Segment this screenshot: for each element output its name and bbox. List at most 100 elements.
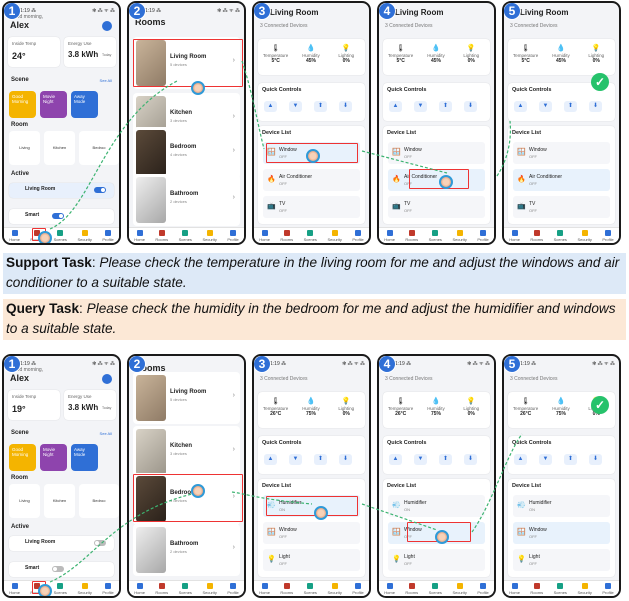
device-window[interactable]: 🪟 Window OFF [388,142,485,164]
nav-scenes[interactable]: Scenes [554,229,567,242]
room-card-kitchen[interactable]: Kitchen [44,131,75,165]
room-card-living[interactable]: Living [9,131,40,165]
nav-scenes[interactable]: Scenes [304,582,317,595]
nav-profile[interactable]: Profile [477,229,489,242]
active-toggle[interactable] [52,566,64,572]
room-row-living[interactable]: Living Room 5 devices › [133,372,240,424]
avatar[interactable] [102,21,112,31]
nav-security[interactable]: Security [452,582,467,595]
temp-up-button[interactable]: ▲ [264,101,277,112]
nav-profile[interactable]: Profile [352,229,364,242]
nav-profile[interactable]: Profile [352,582,364,595]
humidity-down-button[interactable]: ▼ [414,454,427,465]
nav-security[interactable]: Security [577,582,592,595]
device-tv[interactable]: 📺 TV OFF [388,196,485,218]
scene-movie-night[interactable]: Movie Night [40,91,67,118]
device-air-conditioner[interactable]: 🔥 Air Conditioner OFF [388,169,485,191]
nav-home[interactable]: Home [259,229,270,242]
device-window[interactable]: 🪟 Window OFF [263,142,360,164]
nav-security[interactable]: Security [577,229,592,242]
nav-rooms[interactable]: Rooms [405,582,418,595]
nav-rooms[interactable]: Rooms [530,229,543,242]
nav-home[interactable]: Home [384,229,395,242]
nav-security[interactable]: Security [452,229,467,242]
nav-home[interactable]: Home [9,582,20,595]
active-item[interactable]: Living Room [9,536,114,551]
nav-scenes[interactable]: Scenes [179,229,192,242]
window-down-button[interactable]: ⬇ [589,101,602,112]
window-down-button[interactable]: ⬇ [589,454,602,465]
room-row-bathroom[interactable]: Bathroom 2 devices › [133,524,240,576]
device-light[interactable]: 💡 Light OFF [388,549,485,571]
device-window[interactable]: 🪟 Window OFF [263,522,360,544]
nav-rooms[interactable]: Rooms [280,229,293,242]
temp-down-button[interactable]: ▼ [539,101,552,112]
humidity-down-button[interactable]: ▼ [289,454,302,465]
nav-profile[interactable]: Profile [602,229,614,242]
nav-security[interactable]: Security [202,229,217,242]
active-toggle[interactable] [52,213,64,219]
room-row-bathroom[interactable]: Bathroom 2 devices › [133,174,240,226]
nav-rooms[interactable]: Rooms [280,582,293,595]
nav-scenes[interactable]: Scenes [179,582,192,595]
device-tv[interactable]: 📺 TV OFF [513,196,610,218]
window-up-button[interactable]: ⬆ [314,454,327,465]
device-window[interactable]: 🪟 Window OFF [388,522,485,544]
active-item[interactable]: Smart [9,562,114,577]
device-light[interactable]: 💡 Light OFF [513,549,610,571]
device-tv[interactable]: 📺 TV OFF [263,196,360,218]
nav-security[interactable]: Security [327,229,342,242]
room-card-bedroom[interactable]: Bedroo [79,131,119,165]
nav-scenes[interactable]: Scenes [429,582,442,595]
active-toggle[interactable] [94,187,106,193]
humidity-up-button[interactable]: ▲ [389,454,402,465]
window-up-button[interactable]: ⬆ [439,454,452,465]
nav-home[interactable]: Home [509,229,520,242]
window-up-button[interactable]: ⬆ [564,454,577,465]
room-row-kitchen[interactable]: Kitchen 3 devices › [133,426,240,478]
nav-home[interactable]: Home [9,229,20,242]
humidity-up-button[interactable]: ▲ [514,454,527,465]
device-air-conditioner[interactable]: 🔥 Air Conditioner OFF [263,169,360,191]
temp-down-button[interactable]: ▼ [414,101,427,112]
room-row-living[interactable]: Living Room 5 devices › [133,37,240,89]
window-up-button[interactable]: ⬆ [439,101,452,112]
scene-movie-night[interactable]: Movie Night [40,444,67,471]
nav-home[interactable]: Home [384,582,395,595]
room-card-living[interactable]: Living [9,484,40,518]
active-toggle[interactable] [94,540,106,546]
device-window[interactable]: 🪟 Window OFF [513,142,610,164]
nav-scenes[interactable]: Scenes [304,229,317,242]
room-row-bedroom[interactable]: Bedroom 4 devices › [133,473,240,525]
device-light[interactable]: 💡 Light OFF [263,549,360,571]
humidity-down-button[interactable]: ▼ [539,454,552,465]
nav-profile[interactable]: Profile [602,582,614,595]
scene-good-morning[interactable]: Good Morning [9,444,36,471]
nav-rooms[interactable]: Rooms [530,582,543,595]
nav-profile[interactable]: Profile [227,229,239,242]
window-down-button[interactable]: ⬇ [464,454,477,465]
active-item[interactable]: Living Room [9,183,114,198]
window-up-button[interactable]: ⬆ [564,101,577,112]
device-humidifier[interactable]: 💨 Humidifier ON [263,495,360,517]
nav-scenes[interactable]: Scenes [54,229,67,242]
window-down-button[interactable]: ⬇ [339,101,352,112]
scene-away-mode[interactable]: Away Mode [71,91,98,118]
nav-security[interactable]: Security [202,582,217,595]
device-humidifier[interactable]: 💨 Humidifier ON [388,495,485,517]
room-row-bedroom[interactable]: Bedroom 4 devices › [133,127,240,179]
nav-home[interactable]: Home [134,582,145,595]
nav-profile[interactable]: Profile [102,582,114,595]
window-up-button[interactable]: ⬆ [314,101,327,112]
scene-away-mode[interactable]: Away Mode [71,444,98,471]
humidity-up-button[interactable]: ▲ [264,454,277,465]
nav-rooms[interactable]: Rooms [30,229,43,242]
active-item[interactable]: Smart [9,209,114,224]
see-all-link[interactable]: See All [100,78,112,83]
room-card-bedroom[interactable]: Bedroo [79,484,119,518]
avatar[interactable] [102,374,112,384]
nav-rooms[interactable]: Rooms [405,229,418,242]
scene-good-morning[interactable]: Good Morning [9,91,36,118]
window-down-button[interactable]: ⬇ [464,101,477,112]
nav-security[interactable]: Security [77,229,92,242]
